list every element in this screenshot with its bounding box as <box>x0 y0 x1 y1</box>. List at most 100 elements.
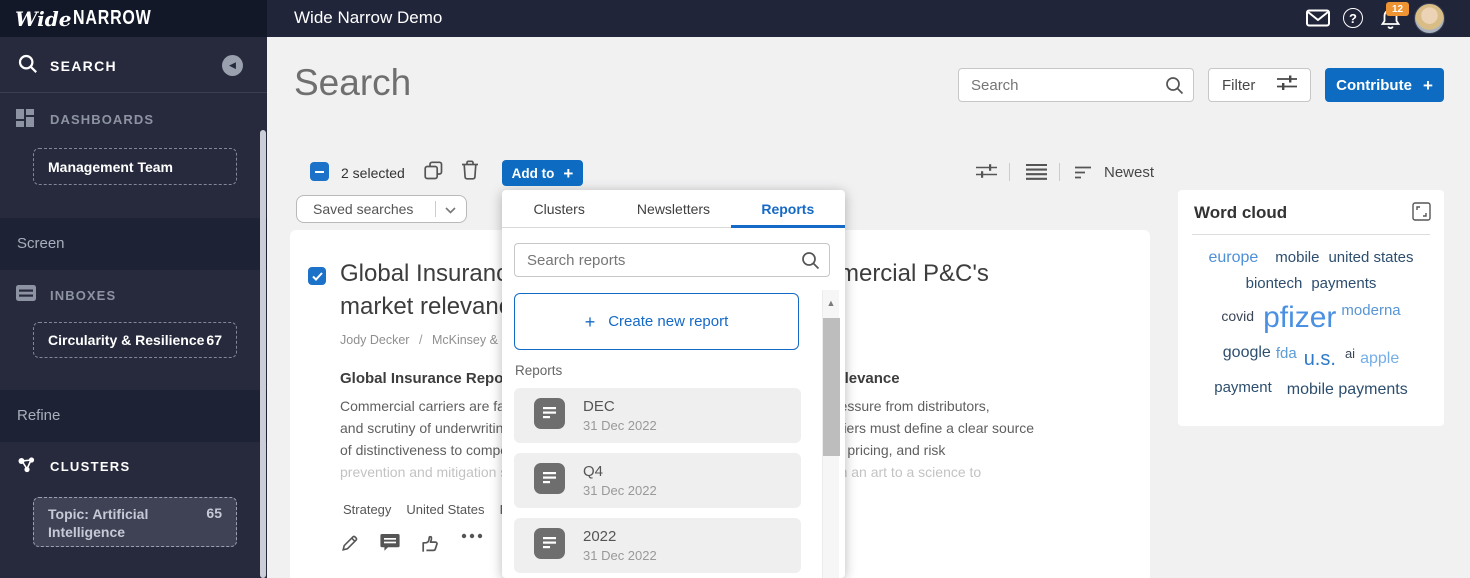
search-icon[interactable] <box>801 251 820 275</box>
sidebar-dashboards-label: DASHBOARDS <box>50 112 155 127</box>
plus-icon: + <box>563 163 574 183</box>
selected-count-label: 2 selected <box>341 165 405 181</box>
page-title: Search <box>294 62 412 103</box>
word-cloud-body: europe mobile united states biontech pay… <box>1184 244 1438 401</box>
logo[interactable]: Wide NARROW <box>0 0 267 37</box>
select-all-checkbox[interactable] <box>310 162 329 181</box>
screen-section-header: Screen <box>0 218 267 270</box>
report-document-icon <box>534 397 565 434</box>
create-new-report-button[interactable]: + Create new report <box>514 293 799 350</box>
sidebar: SEARCH ◀ DASHBOARDS Management Team Scre… <box>0 37 267 578</box>
sort-newest-label[interactable]: Newest <box>1104 164 1154 181</box>
word-cloud-term[interactable]: covid <box>1221 308 1254 324</box>
notification-count-badge: 12 <box>1386 2 1409 16</box>
inboxes-icon <box>16 284 36 307</box>
word-cloud-term[interactable]: europe <box>1208 249 1258 267</box>
refine-section-header: Refine <box>0 390 267 442</box>
more-options-ellipsis-icon[interactable] <box>461 533 483 553</box>
sidebar-item-management-team[interactable]: Management Team <box>33 148 237 185</box>
word-cloud-title: Word cloud <box>1194 203 1288 222</box>
tab-clusters[interactable]: Clusters <box>502 190 616 227</box>
report-document-icon <box>534 462 565 499</box>
topbar: Wide NARROW Wide Narrow Demo ? 12 <box>0 0 1470 37</box>
view-sliders-icon[interactable] <box>976 163 997 185</box>
word-cloud-term[interactable]: payment <box>1214 379 1272 396</box>
article-checkbox[interactable] <box>308 267 326 285</box>
sidebar-scrollbar[interactable] <box>260 130 266 578</box>
divider <box>1192 234 1430 235</box>
word-cloud-term[interactable]: u.s. <box>1304 348 1336 371</box>
inbox-item-label: Circularity & Resilience <box>48 332 205 348</box>
divider <box>1009 163 1010 181</box>
plus-icon: + <box>1422 75 1433 95</box>
filter-button[interactable]: Filter <box>1208 68 1311 102</box>
article-author[interactable]: Jody Decker <box>340 333 409 347</box>
word-cloud-panel: Word cloud europe mobile united states b… <box>1178 190 1444 426</box>
search-icon[interactable] <box>1165 76 1184 100</box>
tab-newsletters[interactable]: Newsletters <box>616 190 730 227</box>
tag[interactable]: United States <box>406 502 484 517</box>
tab-label: Clusters <box>533 200 585 217</box>
duplicate-icon[interactable] <box>424 161 443 185</box>
sidebar-item-circularity-resilience[interactable]: Circularity & Resilience 67 <box>33 322 237 358</box>
delete-trash-icon[interactable] <box>461 160 479 185</box>
report-date: 31 Dec 2022 <box>583 483 657 498</box>
article-actions <box>340 533 483 553</box>
sidebar-item-search[interactable]: SEARCH ◀ <box>0 37 267 93</box>
report-search-input[interactable] <box>515 244 829 276</box>
check-icon <box>311 271 323 281</box>
saved-searches-label: Saved searches <box>313 201 414 217</box>
main-search-input[interactable] <box>959 69 1193 101</box>
report-date: 31 Dec 2022 <box>583 418 657 433</box>
saved-searches-dropdown[interactable]: Saved searches <box>296 195 467 223</box>
report-name: Q4 <box>583 463 604 480</box>
word-cloud-term[interactable]: payments <box>1311 275 1376 292</box>
sort-icon[interactable] <box>1075 166 1092 184</box>
word-cloud-term[interactable]: biontech <box>1246 275 1303 292</box>
logo-wide: Wide <box>15 6 72 31</box>
word-cloud-term[interactable]: mobile <box>1275 249 1319 266</box>
edit-pencil-icon[interactable] <box>340 533 360 553</box>
report-name: DEC <box>583 398 615 415</box>
contribute-button[interactable]: Contribute + <box>1325 68 1444 102</box>
word-cloud-term[interactable]: fda <box>1276 345 1297 362</box>
report-document-icon <box>534 527 565 564</box>
comment-icon[interactable] <box>380 533 400 553</box>
popup-scrollbar[interactable]: ▲ <box>822 290 840 578</box>
logo-narrow: NARROW <box>73 7 152 29</box>
user-avatar[interactable] <box>1414 3 1445 34</box>
divider <box>1059 163 1060 181</box>
sidebar-item-topic-artificial-intelligence[interactable]: Topic: Artificial Intelligence 65 <box>33 497 237 547</box>
report-search-box <box>514 243 830 277</box>
expand-icon[interactable] <box>1412 202 1431 226</box>
tab-label: Newsletters <box>636 200 711 217</box>
report-item-dec[interactable]: DEC 31 Dec 2022 <box>514 388 801 443</box>
scroll-up-arrow-icon[interactable]: ▲ <box>823 298 839 308</box>
sidebar-collapse-button[interactable]: ◀ <box>222 55 243 76</box>
reports-list-header: Reports <box>515 363 563 378</box>
add-to-button[interactable]: Add to + <box>502 160 583 186</box>
tab-reports[interactable]: Reports <box>730 190 846 228</box>
word-cloud-term[interactable]: ai <box>1345 346 1355 361</box>
cluster-item-label: Topic: Artificial Intelligence <box>48 506 149 540</box>
mail-icon[interactable] <box>1306 9 1330 32</box>
tag[interactable]: Strategy <box>343 502 391 517</box>
word-cloud-term[interactable]: moderna <box>1341 302 1400 319</box>
scrollbar-thumb[interactable] <box>823 318 840 456</box>
report-item-q4[interactable]: Q4 31 Dec 2022 <box>514 453 801 508</box>
list-view-icon[interactable] <box>1026 163 1047 185</box>
report-item-2022[interactable]: 2022 31 Dec 2022 <box>514 518 801 573</box>
help-icon[interactable]: ? <box>1343 8 1363 28</box>
sidebar-clusters-label: CLUSTERS <box>50 459 131 474</box>
main-search-box <box>958 68 1194 102</box>
word-cloud-term[interactable]: apple <box>1360 350 1399 368</box>
word-cloud-term[interactable]: pfizer <box>1263 301 1336 335</box>
create-report-label: Create new report <box>608 313 729 330</box>
app-title: Wide Narrow Demo <box>294 8 443 27</box>
thumbs-up-icon[interactable] <box>420 533 441 553</box>
contribute-button-label: Contribute <box>1336 76 1412 94</box>
word-cloud-term[interactable]: google <box>1223 344 1271 362</box>
word-cloud-term[interactable]: united states <box>1328 249 1413 266</box>
filter-button-label: Filter <box>1222 76 1256 94</box>
word-cloud-term[interactable]: mobile payments <box>1287 381 1408 399</box>
